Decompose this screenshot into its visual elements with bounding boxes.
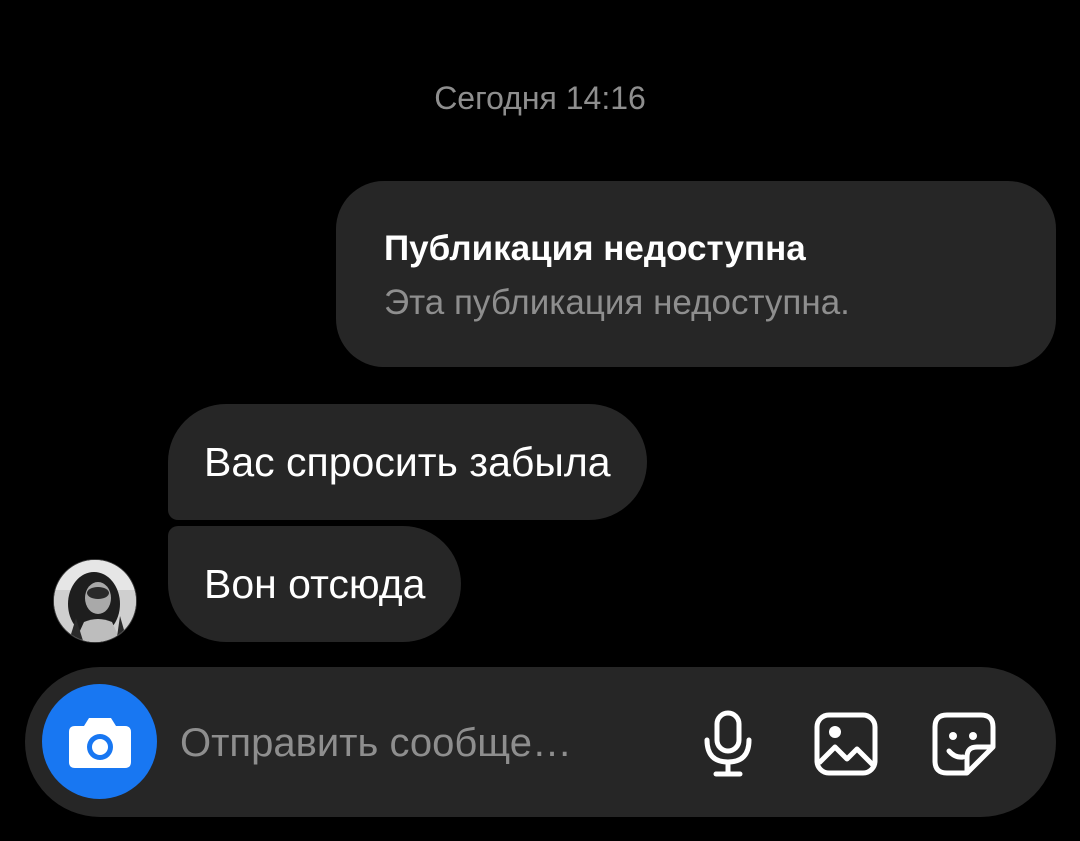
message-composer bbox=[25, 667, 1056, 817]
voice-message-button[interactable] bbox=[693, 709, 763, 779]
message-text: Вас спросить забыла bbox=[204, 439, 611, 485]
message-text: Вон отсюда bbox=[204, 561, 426, 607]
shared-post-subtitle: Эта публикация недоступна. bbox=[384, 283, 850, 322]
chat-screen: Сегодня 14:16 Публикация недоступна Эта … bbox=[0, 0, 1080, 841]
incoming-message-bubble[interactable]: Вон отсюда bbox=[168, 526, 462, 642]
gallery-button[interactable] bbox=[811, 709, 881, 779]
camera-icon bbox=[68, 717, 131, 768]
sender-avatar[interactable] bbox=[53, 559, 137, 643]
message-input[interactable] bbox=[180, 713, 680, 773]
shared-post-bubble[interactable]: Публикация недоступна Эта публикация нед… bbox=[336, 181, 1056, 367]
shared-post-title: Публикация недоступна bbox=[384, 229, 806, 268]
message-timestamp: Сегодня 14:16 bbox=[434, 80, 646, 116]
image-icon bbox=[814, 712, 878, 776]
camera-button[interactable] bbox=[42, 684, 157, 799]
microphone-icon bbox=[704, 710, 752, 777]
sticker-button[interactable] bbox=[929, 709, 999, 779]
incoming-message-bubble[interactable]: Вас спросить забыла bbox=[168, 404, 647, 520]
avatar-photo bbox=[54, 560, 136, 642]
sticker-icon bbox=[932, 712, 996, 776]
